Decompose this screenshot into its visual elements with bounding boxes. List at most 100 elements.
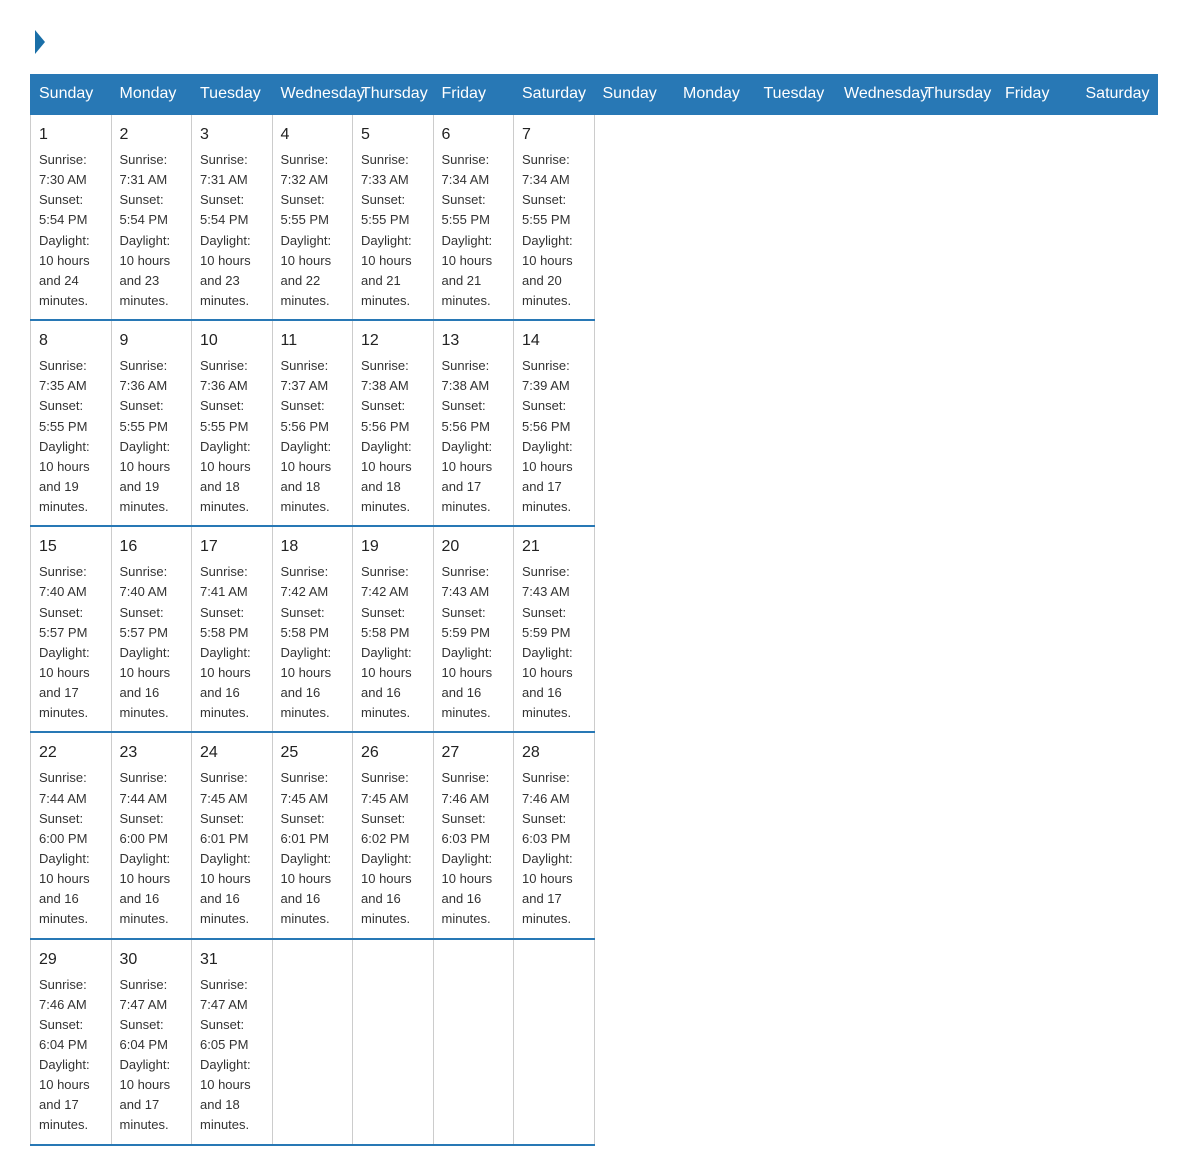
calendar-cell	[272, 939, 353, 1145]
calendar-cell: 9Sunrise: 7:36 AMSunset: 5:55 PMDaylight…	[111, 320, 192, 526]
calendar-cell: 5 Sunrise: 7:33 AMSunset: 5:55 PMDaylight…	[353, 114, 434, 320]
calendar-cell: 27 Sunrise: 7:46 AMSunset: 6:03 PMDayligh…	[433, 732, 514, 938]
logo	[30, 30, 45, 54]
day-number: 14	[522, 329, 586, 353]
day-number: 2	[120, 123, 184, 147]
calendar-cell: 24 Sunrise: 7:45 AMSunset: 6:01 PMDayligh…	[192, 732, 273, 938]
column-header-tuesday: Tuesday	[755, 75, 836, 115]
day-info: Sunrise: 7:46 AMSunset: 6:03 PMDaylight:…	[442, 770, 493, 926]
day-number: 12	[361, 329, 425, 353]
day-number: 24	[200, 741, 264, 765]
calendar-cell: 28 Sunrise: 7:46 AMSunset: 6:03 PMDayligh…	[514, 732, 595, 938]
day-info: Sunrise: 7:45 AMSunset: 6:01 PMDaylight:…	[281, 770, 332, 926]
calendar-cell: 17 Sunrise: 7:41 AMSunset: 5:58 PMDayligh…	[192, 526, 273, 732]
column-header-friday: Friday	[997, 75, 1078, 115]
calendar-cell: 30 Sunrise: 7:47 AMSunset: 6:04 PMDayligh…	[111, 939, 192, 1145]
day-info: Sunrise: 7:31 AMSunset: 5:54 PMDaylight:…	[120, 152, 171, 308]
day-number: 10	[200, 329, 264, 353]
calendar-cell: 18 Sunrise: 7:42 AMSunset: 5:58 PMDayligh…	[272, 526, 353, 732]
column-header-thursday: Thursday	[916, 75, 997, 115]
day-info: Sunrise: 7:35 AMSunset: 5:55 PMDaylight:…	[39, 358, 90, 514]
day-info: Sunrise: 7:43 AMSunset: 5:59 PMDaylight:…	[522, 564, 573, 720]
calendar-cell: 3 Sunrise: 7:31 AMSunset: 5:54 PMDaylight…	[192, 114, 273, 320]
calendar-cell: 20 Sunrise: 7:43 AMSunset: 5:59 PMDayligh…	[433, 526, 514, 732]
day-number: 20	[442, 535, 506, 559]
day-info: Sunrise: 7:47 AMSunset: 6:04 PMDaylight:…	[120, 977, 171, 1133]
logo-arrow-icon	[35, 30, 45, 54]
calendar-week-row: 29 Sunrise: 7:46 AMSunset: 6:04 PMDayligh…	[31, 939, 1158, 1145]
day-info: Sunrise: 7:30 AMSunset: 5:54 PMDaylight:…	[39, 152, 90, 308]
calendar-cell: 29 Sunrise: 7:46 AMSunset: 6:04 PMDayligh…	[31, 939, 112, 1145]
day-number: 27	[442, 741, 506, 765]
day-info: Sunrise: 7:42 AMSunset: 5:58 PMDaylight:…	[281, 564, 332, 720]
calendar-cell: 2 Sunrise: 7:31 AMSunset: 5:54 PMDaylight…	[111, 114, 192, 320]
column-header-monday: Monday	[111, 75, 192, 115]
column-header-wednesday: Wednesday	[272, 75, 353, 115]
day-number: 11	[281, 329, 345, 353]
column-header-thursday: Thursday	[353, 75, 434, 115]
column-header-saturday: Saturday	[514, 75, 595, 115]
calendar-cell: 13 Sunrise: 7:38 AMSunset: 5:56 PMDayligh…	[433, 320, 514, 526]
day-number: 30	[120, 948, 184, 972]
day-number: 16	[120, 535, 184, 559]
calendar-cell: 10Sunrise: 7:36 AMSunset: 5:55 PMDayligh…	[192, 320, 273, 526]
column-header-tuesday: Tuesday	[192, 75, 273, 115]
day-number: 1	[39, 123, 103, 147]
day-info: Sunrise: 7:38 AMSunset: 5:56 PMDaylight:…	[442, 358, 493, 514]
column-header-saturday: Saturday	[1077, 75, 1158, 115]
calendar-week-row: 1 Sunrise: 7:30 AMSunset: 5:54 PMDaylight…	[31, 114, 1158, 320]
calendar-cell: 7Sunrise: 7:34 AMSunset: 5:55 PMDaylight…	[514, 114, 595, 320]
calendar-cell: 19Sunrise: 7:42 AMSunset: 5:58 PMDayligh…	[353, 526, 434, 732]
calendar-cell: 23Sunrise: 7:44 AMSunset: 6:00 PMDayligh…	[111, 732, 192, 938]
calendar-cell	[353, 939, 434, 1145]
day-info: Sunrise: 7:40 AMSunset: 5:57 PMDaylight:…	[39, 564, 90, 720]
day-info: Sunrise: 7:37 AMSunset: 5:56 PMDaylight:…	[281, 358, 332, 514]
calendar-cell: 14 Sunrise: 7:39 AMSunset: 5:56 PMDayligh…	[514, 320, 595, 526]
day-number: 18	[281, 535, 345, 559]
calendar-cell: 1 Sunrise: 7:30 AMSunset: 5:54 PMDaylight…	[31, 114, 112, 320]
calendar-header-row: SundayMondayTuesdayWednesdayThursdayFrid…	[31, 75, 1158, 115]
column-header-sunday: Sunday	[31, 75, 112, 115]
day-info: Sunrise: 7:44 AMSunset: 6:00 PMDaylight:…	[120, 770, 171, 926]
day-number: 26	[361, 741, 425, 765]
day-number: 31	[200, 948, 264, 972]
day-number: 21	[522, 535, 586, 559]
day-number: 19	[361, 535, 425, 559]
day-number: 15	[39, 535, 103, 559]
day-info: Sunrise: 7:32 AMSunset: 5:55 PMDaylight:…	[281, 152, 332, 308]
calendar-cell	[514, 939, 595, 1145]
calendar-week-row: 15 Sunrise: 7:40 AMSunset: 5:57 PMDayligh…	[31, 526, 1158, 732]
day-number: 13	[442, 329, 506, 353]
day-number: 29	[39, 948, 103, 972]
day-number: 6	[442, 123, 506, 147]
day-number: 25	[281, 741, 345, 765]
calendar-week-row: 8Sunrise: 7:35 AMSunset: 5:55 PMDaylight…	[31, 320, 1158, 526]
day-number: 5	[361, 123, 425, 147]
day-info: Sunrise: 7:31 AMSunset: 5:54 PMDaylight:…	[200, 152, 251, 308]
day-info: Sunrise: 7:41 AMSunset: 5:58 PMDaylight:…	[200, 564, 251, 720]
day-number: 7	[522, 123, 586, 147]
day-info: Sunrise: 7:38 AMSunset: 5:56 PMDaylight:…	[361, 358, 412, 514]
day-info: Sunrise: 7:34 AMSunset: 5:55 PMDaylight:…	[442, 152, 493, 308]
calendar-cell: 25 Sunrise: 7:45 AMSunset: 6:01 PMDayligh…	[272, 732, 353, 938]
day-number: 3	[200, 123, 264, 147]
day-info: Sunrise: 7:45 AMSunset: 6:01 PMDaylight:…	[200, 770, 251, 926]
calendar-cell	[433, 939, 514, 1145]
calendar-cell: 31 Sunrise: 7:47 AMSunset: 6:05 PMDayligh…	[192, 939, 273, 1145]
calendar-cell: 8Sunrise: 7:35 AMSunset: 5:55 PMDaylight…	[31, 320, 112, 526]
day-info: Sunrise: 7:47 AMSunset: 6:05 PMDaylight:…	[200, 977, 251, 1133]
day-info: Sunrise: 7:39 AMSunset: 5:56 PMDaylight:…	[522, 358, 573, 514]
column-header-friday: Friday	[433, 75, 514, 115]
day-info: Sunrise: 7:43 AMSunset: 5:59 PMDaylight:…	[442, 564, 493, 720]
day-info: Sunrise: 7:46 AMSunset: 6:03 PMDaylight:…	[522, 770, 573, 926]
column-header-sunday: Sunday	[594, 75, 675, 115]
column-header-monday: Monday	[675, 75, 756, 115]
calendar-cell: 15 Sunrise: 7:40 AMSunset: 5:57 PMDayligh…	[31, 526, 112, 732]
day-number: 4	[281, 123, 345, 147]
day-number: 28	[522, 741, 586, 765]
day-number: 17	[200, 535, 264, 559]
day-info: Sunrise: 7:44 AMSunset: 6:00 PMDaylight:…	[39, 770, 90, 926]
day-info: Sunrise: 7:46 AMSunset: 6:04 PMDaylight:…	[39, 977, 90, 1133]
calendar-cell: 12 Sunrise: 7:38 AMSunset: 5:56 PMDayligh…	[353, 320, 434, 526]
day-info: Sunrise: 7:33 AMSunset: 5:55 PMDaylight:…	[361, 152, 412, 308]
